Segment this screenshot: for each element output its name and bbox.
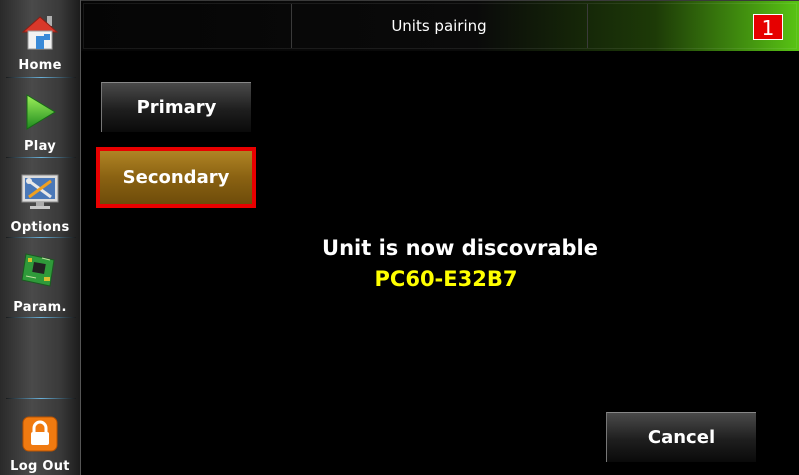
sidebar-item-label: Param. (13, 300, 67, 315)
header-divider (587, 4, 588, 48)
secondary-button[interactable]: Secondary (100, 151, 252, 204)
page-title: Units pairing (391, 17, 487, 35)
header-bar: Units pairing 1 (81, 0, 799, 51)
sidebar-item-home[interactable]: Home (0, 12, 80, 76)
circuit-board-icon (21, 253, 55, 287)
tools-monitor-icon (21, 174, 59, 209)
sidebar-separator (6, 157, 76, 158)
sidebar-separator (6, 77, 76, 78)
status-message: Unit is now discovrable (322, 236, 598, 260)
sidebar-separator (6, 398, 76, 399)
sidebar-separator (6, 237, 76, 238)
logout-button[interactable]: Log Out (0, 414, 80, 475)
home-icon (21, 16, 59, 50)
sidebar-item-play[interactable]: Play (0, 92, 80, 156)
sidebar-separator (6, 317, 76, 318)
cancel-button[interactable]: Cancel (606, 412, 756, 462)
notification-badge[interactable]: 1 (753, 14, 783, 40)
primary-button[interactable]: Primary (101, 82, 251, 132)
sidebar-item-label: Home (18, 58, 62, 73)
logout-label: Log Out (10, 459, 70, 474)
sidebar-item-label: Options (10, 220, 70, 235)
lock-icon (22, 416, 58, 452)
sidebar-item-param[interactable]: Param. (0, 250, 80, 316)
unit-id-label: PC60-E32B7 (374, 267, 518, 291)
sidebar: Home Play Options Param. Log Out (0, 0, 81, 475)
sidebar-item-options[interactable]: Options (0, 172, 80, 236)
play-icon (26, 94, 56, 130)
sidebar-item-label: Play (23, 139, 57, 154)
